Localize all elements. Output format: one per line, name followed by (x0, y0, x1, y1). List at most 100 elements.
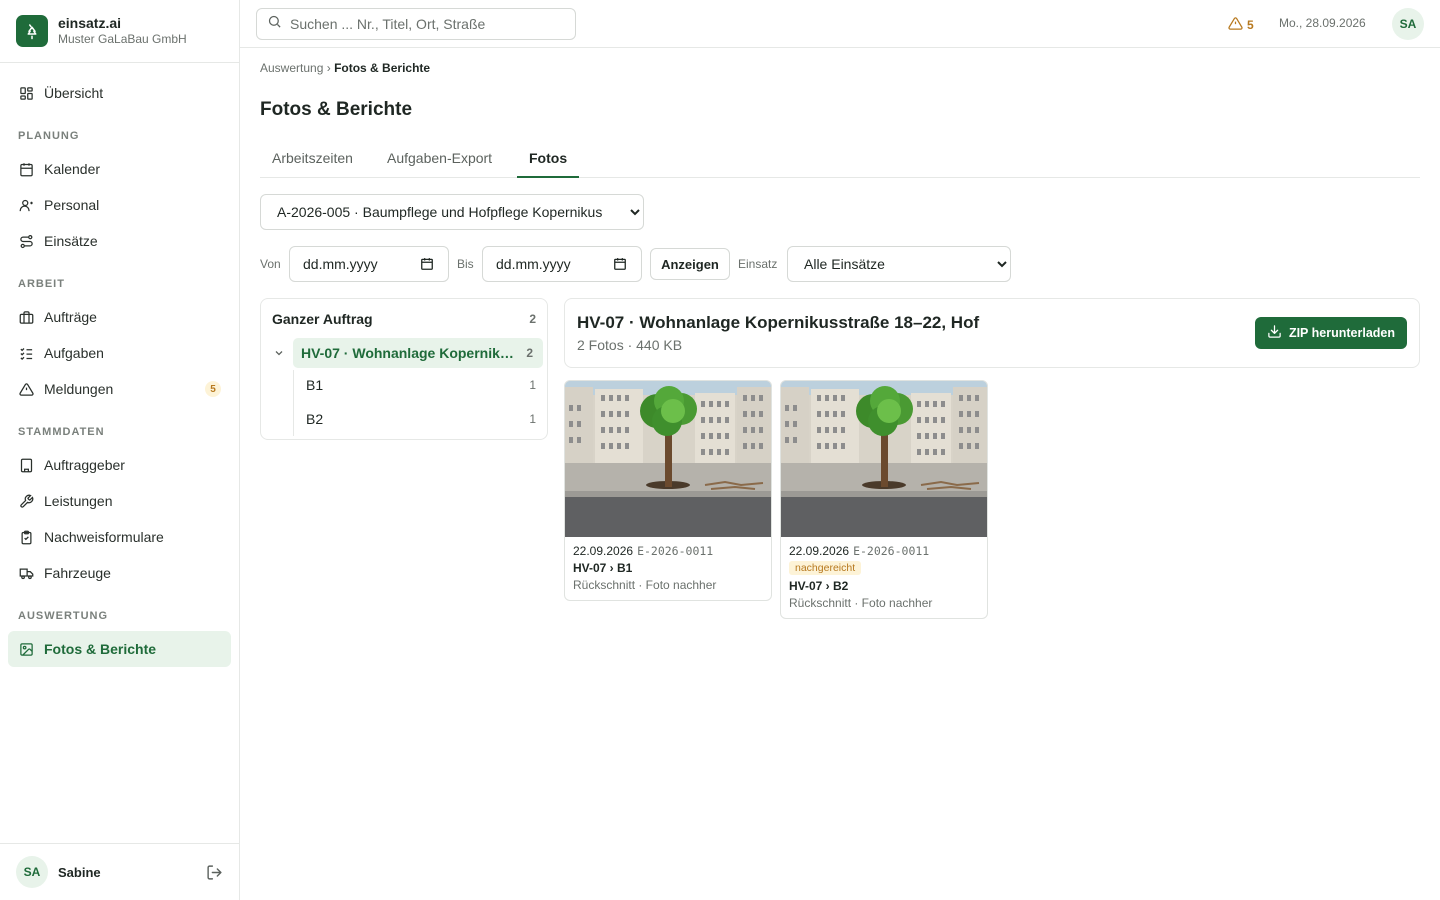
tree-item-whole-order[interactable]: Ganzer Auftrag 2 (272, 304, 542, 334)
calendar-icon (18, 161, 34, 177)
nav-item-deployments[interactable]: Einsätze (8, 223, 231, 259)
photo-card[interactable]: 22.09.2026 E-2026-0011 HV-07 › B1 Rücksch… (564, 380, 772, 601)
photo-location: HV-07 › B2 (789, 579, 849, 593)
alert-count: 5 (1247, 18, 1254, 32)
nav-item-orders[interactable]: Aufträge (8, 299, 231, 335)
nav-label: Meldungen (44, 381, 114, 397)
photo-date: 22.09.2026 (573, 544, 634, 558)
image-icon (18, 641, 34, 657)
photo-thumbnail[interactable] (565, 381, 771, 537)
detail-meta: 2 Fotos · 440 KB (577, 337, 683, 353)
to-date-input[interactable]: dd.mm.yyyy (482, 246, 642, 282)
nav-label: Auftraggeber (44, 457, 125, 473)
nav-item-services[interactable]: Leistungen (8, 483, 231, 519)
einsatz-select[interactable]: Alle Einsätze (787, 246, 1011, 282)
alerts-indicator[interactable]: 5 (1228, 16, 1254, 34)
nav-item-overview[interactable]: Übersicht (8, 75, 231, 111)
nav-label: Nachweisformulare (44, 529, 164, 545)
photo-date: 22.09.2026 (789, 544, 850, 558)
detail-header: HV-07 · Wohnanlage Kopernikusstraße 18–2… (564, 298, 1420, 368)
nav-label: Fahrzeuge (44, 565, 111, 581)
user-name: Sabine (58, 864, 101, 880)
zip-download-label: ZIP herunterladen (1288, 326, 1395, 340)
nav-item-forms[interactable]: Nachweisformulare (8, 519, 231, 555)
nav-item-reports[interactable]: Meldungen 5 (8, 371, 231, 407)
clipboard-check-icon (18, 529, 34, 545)
nav-section-master: STAMMDATEN (18, 426, 105, 438)
download-icon (1267, 324, 1289, 342)
warning-icon (18, 381, 34, 397)
brand[interactable]: einsatz.ai Muster GaLaBau GmbH (0, 0, 239, 63)
tab-working-hours[interactable]: Arbeitszeiten (260, 140, 365, 178)
nav-label: Kalender (44, 161, 101, 177)
tree-count: 1 (529, 412, 536, 426)
nav-label: Fotos & Berichte (44, 641, 157, 657)
sidebar: einsatz.ai Muster GaLaBau GmbH Übersicht… (0, 0, 240, 900)
photo-thumbnail[interactable] (781, 381, 987, 537)
top-avatar[interactable]: SA (1392, 8, 1424, 40)
user-avatar[interactable]: SA (16, 856, 48, 888)
brand-company: Muster GaLaBau GmbH (58, 32, 187, 46)
briefcase-icon (18, 309, 34, 325)
tree-guide-line (293, 370, 294, 436)
to-label: Bis (457, 257, 474, 271)
photo-card[interactable]: 22.09.2026 E-2026-0011 nachgereicht HV-07… (780, 380, 988, 619)
breadcrumb-separator: › (326, 61, 331, 75)
nav-item-staff[interactable]: Personal (8, 187, 231, 223)
breadcrumb-current: Fotos & Berichte (334, 61, 431, 75)
nav-item-calendar[interactable]: Kalender (8, 151, 231, 187)
tree-label: Ganzer Auftrag (272, 311, 373, 327)
nav-section-planning: PLANUNG (18, 130, 80, 142)
current-date: Mo., 28.09.2026 (1279, 16, 1366, 30)
brand-logo-icon (16, 15, 48, 47)
order-select[interactable]: A-2026-005 · Baumpflege und Hofpflege Ko… (260, 194, 644, 230)
tree-item-hv07[interactable]: HV-07 · Wohnanlage Kopernikusstraße 18–2… (293, 338, 543, 368)
tree-label: B2 (306, 411, 324, 427)
photo-description: Rückschnitt · Foto nachher (573, 578, 717, 592)
photo-location: HV-07 › B1 (573, 561, 633, 575)
search-input[interactable] (290, 16, 560, 32)
tab-task-export[interactable]: Aufgaben-Export (375, 140, 504, 178)
zip-download-button[interactable]: ZIP herunterladen (1254, 317, 1407, 349)
nav-section-work: ARBEIT (18, 278, 65, 290)
calendar-icon[interactable] (613, 257, 627, 274)
tab-photos[interactable]: Fotos (517, 140, 580, 178)
tree-label: HV-07 · Wohnanlage Kopernikusstraße 18–2… (301, 345, 516, 361)
nav-label: Aufträge (44, 309, 97, 325)
nav-item-tasks[interactable]: Aufgaben (8, 335, 231, 371)
tree-label: B1 (306, 377, 324, 393)
nav-item-vehicles[interactable]: Fahrzeuge (8, 555, 231, 591)
brand-name: einsatz.ai (58, 15, 122, 31)
calendar-icon[interactable] (420, 257, 434, 274)
nav-label: Einsätze (44, 233, 98, 249)
building-icon (18, 457, 34, 473)
user-icon (18, 197, 34, 213)
page-title: Fotos & Berichte (260, 99, 413, 120)
tree-item-b2[interactable]: B2 1 (306, 404, 536, 434)
breadcrumb-parent[interactable]: Auswertung (260, 61, 323, 75)
route-icon (18, 233, 34, 249)
breadcrumb: Auswertung › Fotos & Berichte (260, 61, 430, 75)
from-date-input[interactable]: dd.mm.yyyy (289, 246, 449, 282)
nav-label: Leistungen (44, 493, 113, 509)
topbar: 5 Mo., 28.09.2026 SA (240, 0, 1440, 48)
tree-count: 2 (529, 312, 536, 326)
warning-icon (1228, 16, 1247, 34)
nav-item-photos[interactable]: Fotos & Berichte (8, 631, 231, 667)
user-bar: SA Sabine (0, 843, 239, 900)
search-box[interactable] (256, 8, 576, 40)
truck-icon (18, 565, 34, 581)
from-label: Von (260, 257, 281, 271)
logout-icon[interactable] (206, 864, 223, 881)
nav-item-clients[interactable]: Auftraggeber (8, 447, 231, 483)
photo-code: E-2026-0011 (853, 544, 930, 558)
chevron-down-icon[interactable] (273, 346, 285, 364)
tree-item-b1[interactable]: B1 1 (306, 370, 536, 400)
show-button[interactable]: Anzeigen (650, 248, 730, 280)
nav-label: Aufgaben (44, 345, 104, 361)
nav-label: Übersicht (44, 85, 104, 101)
from-date-value: dd.mm.yyyy (303, 256, 378, 272)
photo-code: E-2026-0011 (637, 544, 714, 558)
nav-label: Personal (44, 197, 100, 213)
detail-title: HV-07 · Wohnanlage Kopernikusstraße 18–2… (577, 313, 980, 332)
